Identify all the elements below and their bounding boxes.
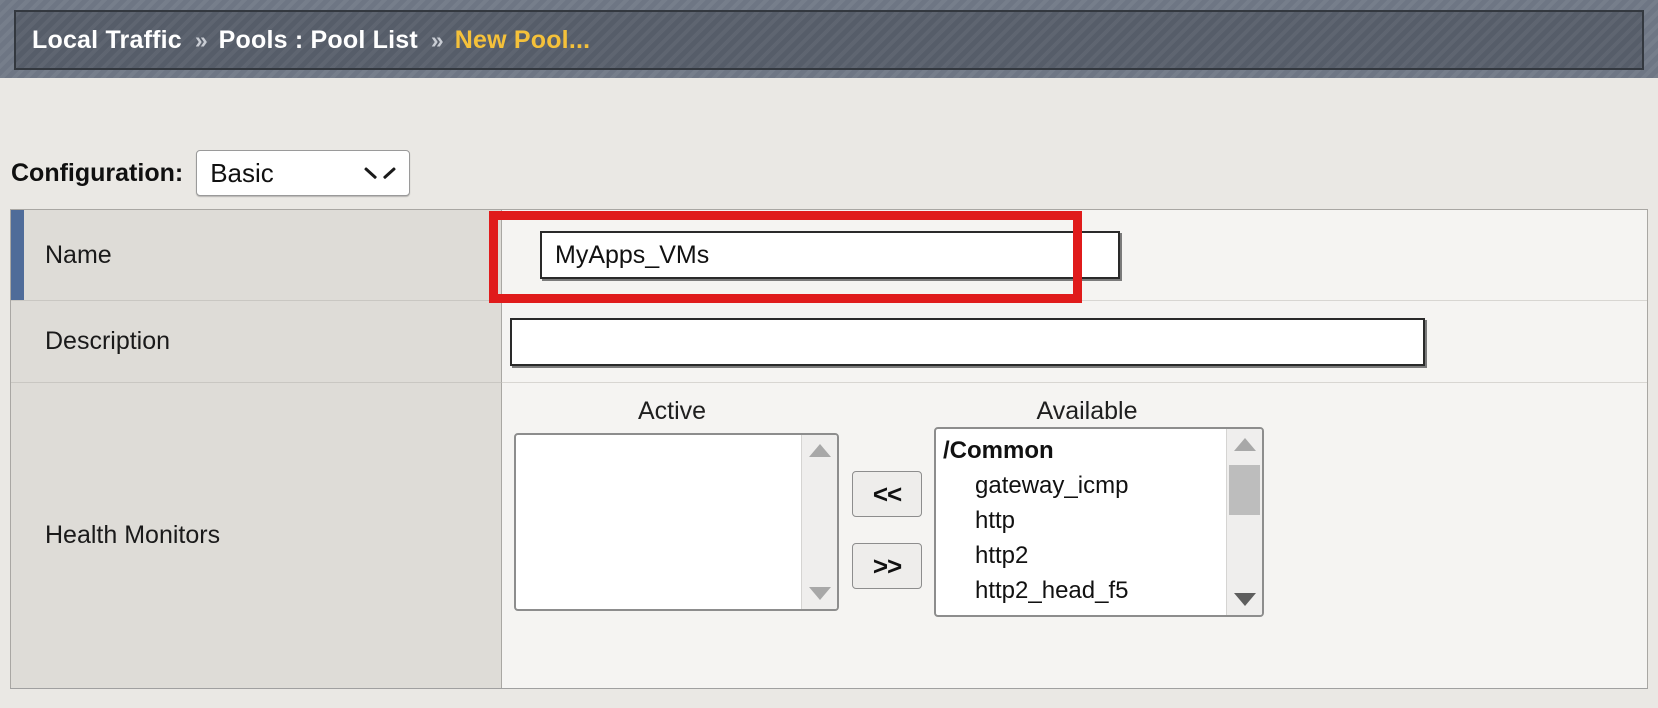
breadcrumb-separator-icon: »	[430, 26, 444, 53]
required-field-marker	[11, 210, 24, 300]
available-listbox-scrollbar[interactable]	[1226, 429, 1262, 615]
pool-configuration-form: Name MyApps_VMs Description Health Monit…	[10, 209, 1648, 689]
scrollbar-thumb[interactable]	[1229, 465, 1260, 515]
configuration-row: Configuration: Basic	[0, 142, 1658, 204]
scroll-up-arrow-icon[interactable]	[1233, 438, 1256, 451]
available-monitor-item[interactable]: http2	[940, 538, 1226, 573]
configuration-label: Configuration:	[11, 158, 184, 187]
breadcrumb: Local Traffic » Pools : Pool List » New …	[14, 10, 1644, 70]
form-row-health-monitors: Health Monitors Active Available << >> /…	[11, 383, 1647, 688]
name-field-cell: MyApps_VMs	[502, 210, 1647, 301]
active-monitors-listbox[interactable]	[514, 433, 839, 611]
configuration-select-value: Basic	[210, 157, 274, 188]
active-listbox-scrollbar[interactable]	[801, 435, 837, 609]
active-list-heading: Active	[637, 397, 707, 425]
available-list-heading: Available	[1036, 397, 1138, 425]
available-monitors-items[interactable]: /Common gateway_icmp http http2 http2_head_f…	[936, 429, 1226, 615]
scroll-down-arrow-icon[interactable]	[808, 587, 831, 600]
scroll-down-arrow-icon[interactable]	[1233, 593, 1256, 606]
form-row-name: Name MyApps_VMs	[11, 210, 1647, 301]
health-monitors-dual-list: Active Available << >> /Common gateway_ic…	[502, 383, 1647, 688]
breadcrumb-separator-icon: »	[194, 26, 208, 53]
available-monitor-item[interactable]: /Common	[940, 433, 1226, 468]
scroll-up-arrow-icon[interactable]	[808, 444, 831, 457]
description-input[interactable]	[510, 317, 1425, 366]
move-right-button[interactable]: >>	[852, 543, 922, 589]
available-monitors-listbox[interactable]: /Common gateway_icmp http http2 http2_head_f…	[934, 427, 1264, 617]
name-label-cell: Name	[11, 210, 502, 301]
breadcrumb-strip: Local Traffic » Pools : Pool List » New …	[0, 0, 1658, 78]
health-monitors-label: Health Monitors	[45, 521, 221, 549]
available-monitor-item[interactable]: gateway_icmp	[940, 468, 1226, 503]
breadcrumb-item-new-pool: New Pool...	[454, 25, 591, 54]
chevron-down-icon	[367, 166, 393, 180]
available-monitor-item[interactable]: http2_head_f5	[940, 573, 1226, 608]
description-label: Description	[45, 327, 171, 355]
breadcrumb-item-pool-list[interactable]: Pools : Pool List	[219, 26, 418, 55]
active-monitors-items[interactable]	[516, 435, 801, 609]
name-label: Name	[45, 240, 112, 269]
form-row-description: Description	[11, 301, 1647, 383]
health-monitors-label-cell: Health Monitors	[11, 383, 502, 688]
configuration-select[interactable]: Basic	[196, 150, 411, 196]
health-monitors-field-cell: Active Available << >> /Common gateway_ic…	[502, 383, 1647, 688]
move-left-button[interactable]: <<	[852, 471, 922, 517]
description-label-cell: Description	[11, 301, 502, 383]
description-field-cell	[502, 301, 1647, 383]
name-input[interactable]: MyApps_VMs	[540, 231, 1120, 279]
breadcrumb-item-local-traffic[interactable]: Local Traffic	[32, 26, 182, 55]
available-monitor-item[interactable]: http	[940, 503, 1226, 538]
